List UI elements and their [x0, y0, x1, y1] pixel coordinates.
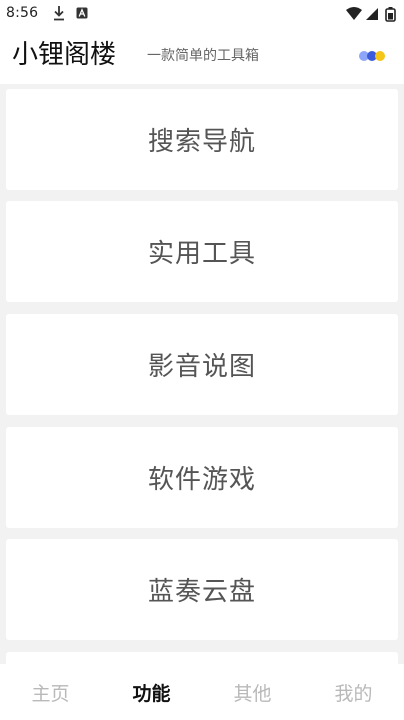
bottom-nav: 主页 功能 其他 我的 — [0, 664, 404, 720]
card-partial[interactable] — [6, 652, 398, 664]
status-bar: 8:56 — [0, 0, 404, 28]
app-subtitle: 一款简单的工具箱 — [147, 48, 259, 64]
app-title: 小锂阁楼 — [12, 40, 117, 70]
wifi-icon — [346, 7, 362, 20]
nav-other[interactable]: 其他 — [202, 664, 303, 720]
card-label: 蓝奏云盘 — [147, 577, 256, 607]
card-label: 软件游戏 — [147, 465, 256, 495]
signal-icon — [366, 8, 378, 20]
dot-3 — [375, 51, 385, 61]
nav-mine[interactable]: 我的 — [303, 664, 404, 720]
card-practical-tools[interactable]: 实用工具 — [6, 201, 398, 302]
three-dots-icon[interactable] — [358, 50, 388, 62]
card-label: 搜索导航 — [147, 127, 256, 157]
card-software-games[interactable]: 软件游戏 — [6, 427, 398, 528]
nav-home[interactable]: 主页 — [0, 664, 101, 720]
card-search-navigation[interactable]: 搜索导航 — [6, 89, 398, 190]
status-time: 8:56 — [6, 5, 39, 21]
card-label: 影音说图 — [147, 352, 256, 382]
battery-icon — [385, 7, 396, 22]
app-header: 小锂阁楼 一款简单的工具箱 — [0, 28, 404, 84]
card-label: 实用工具 — [147, 239, 256, 269]
feature-list: 搜索导航 实用工具 影音说图 软件游戏 蓝奏云盘 — [0, 84, 404, 664]
status-icons — [346, 7, 396, 22]
card-lanzou-cloud[interactable]: 蓝奏云盘 — [6, 539, 398, 640]
nav-features[interactable]: 功能 — [101, 664, 202, 720]
card-media[interactable]: 影音说图 — [6, 314, 398, 415]
a-badge-icon — [76, 7, 88, 19]
download-icon — [54, 6, 64, 21]
